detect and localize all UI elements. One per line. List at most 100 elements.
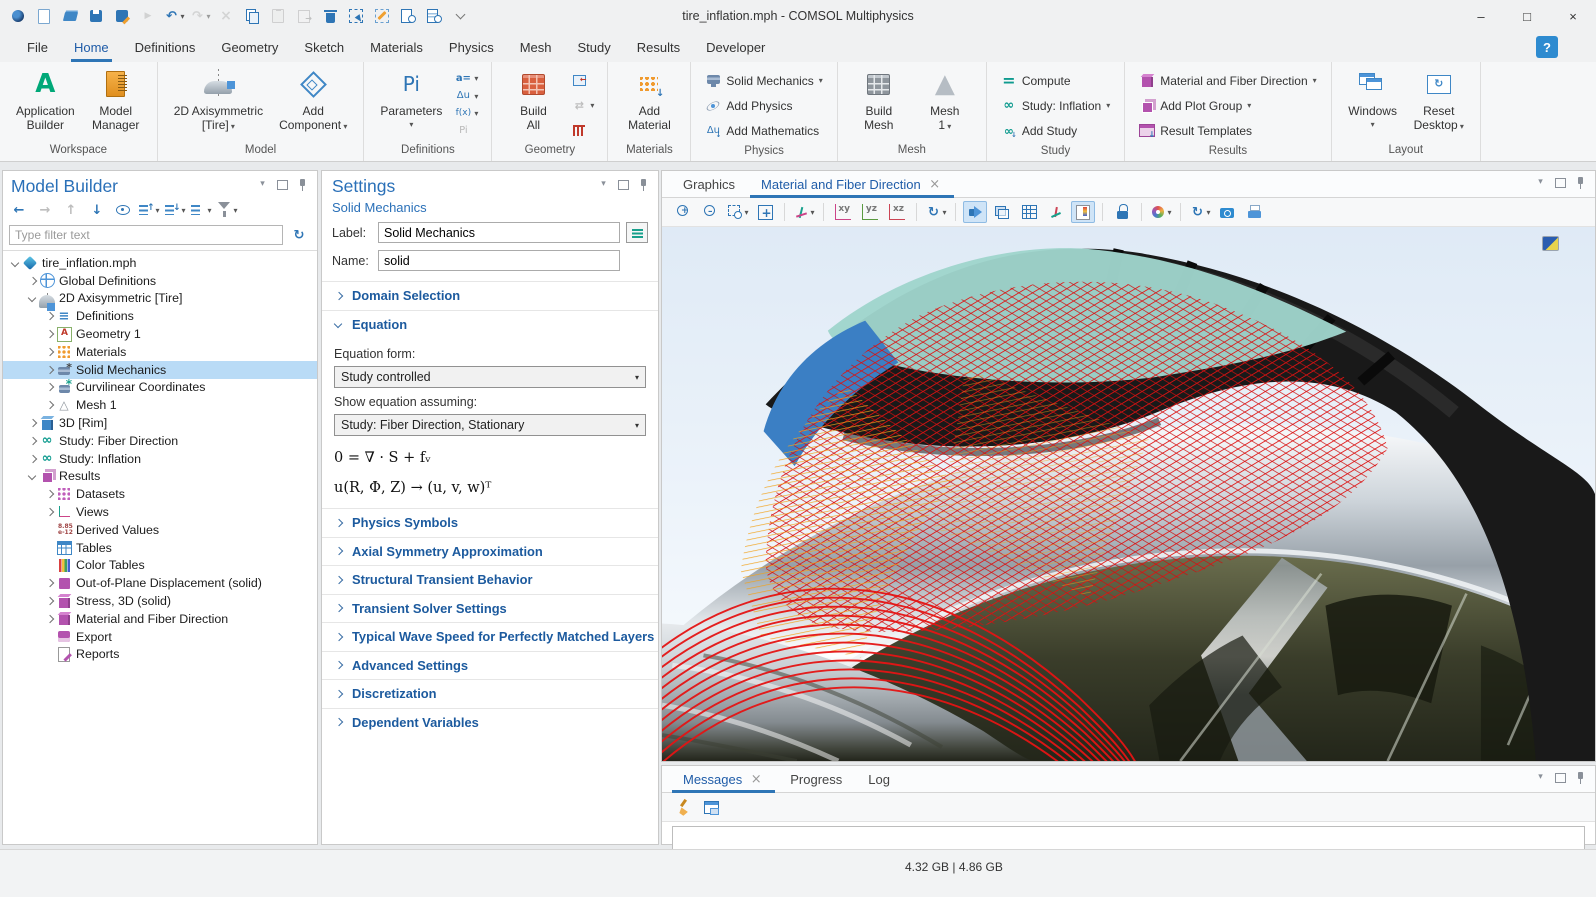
du-button[interactable]: Δu▾ [452,88,481,106]
tree-expand-arrow-icon[interactable] [43,577,56,589]
down-button[interactable]: ↓ [85,199,109,221]
tree-expand-arrow-icon[interactable] [26,435,39,447]
list-down-button[interactable]: ▾ [163,199,187,221]
select-rect-button[interactable] [344,5,368,27]
menu-tab-geometry[interactable]: Geometry [208,32,291,62]
application-builder-button[interactable]: AApplicationBuilder [10,66,81,134]
lock-button[interactable] [1110,201,1134,223]
tree-item-geometry-1[interactable]: Geometry 1 [3,325,317,343]
windows-button[interactable]: Windows▾ [1342,66,1404,134]
equation-form-select[interactable]: Study controlled ▾ [334,366,646,388]
menu-tab-materials[interactable]: Materials [357,32,436,62]
section-axial-symmetry-approximation[interactable]: Axial Symmetry Approximation [322,537,658,566]
menu-tab-home[interactable]: Home [61,32,122,62]
snapshot-button[interactable] [1215,201,1239,223]
model-manager-button[interactable]: ModelManager [85,66,147,134]
rotate-3d-button[interactable]: ↻▾ [924,201,948,223]
tree-expand-arrow-icon[interactable] [26,417,39,429]
view-xz-button[interactable] [885,201,909,223]
menu-tab-study[interactable]: Study [565,32,624,62]
build-all-button[interactable]: BuildAll [502,66,564,134]
paste-button[interactable] [266,5,290,27]
menu-tab-results[interactable]: Results [624,32,693,62]
tree-expand-arrow-icon[interactable] [43,613,56,625]
goto-view-button[interactable]: ▾ [792,201,816,223]
pi-small-button[interactable]: Pi [452,123,481,141]
add-material-button[interactable]: AddMaterial [618,66,680,134]
section-discretization[interactable]: Discretization [322,679,658,708]
tree-expand-arrow-icon[interactable] [43,328,56,340]
section-advanced-settings[interactable]: Advanced Settings [322,651,658,680]
panel-caret-button[interactable]: ▾ [595,177,612,192]
material-and-fiber-direction-button[interactable]: Material and Fiber Direction▾ [1135,69,1320,92]
tree-item-export[interactable]: Export [3,628,317,646]
list-flat-button[interactable]: ▾ [189,199,213,221]
panel-caret-button[interactable]: ▾ [1532,770,1549,785]
table-window-button[interactable] [699,796,723,818]
tree-item-3d-rim[interactable]: 3D [Rim] [3,414,317,432]
parameters-button[interactable]: PiParameters▾ [374,66,448,134]
copy-button[interactable] [240,5,264,27]
section-physics-symbols[interactable]: Physics Symbols [322,508,658,537]
orientation-axes-button[interactable] [1044,201,1068,223]
section-equation[interactable]: Equation [322,310,658,339]
tree-expand-arrow-icon[interactable] [26,453,39,465]
partition-button[interactable] [568,120,597,140]
tree-item-definitions[interactable]: ≡Definitions [3,307,317,325]
image-effects-button[interactable]: ▾ [1149,201,1173,223]
new-file-button[interactable] [32,5,56,27]
fx-button[interactable]: f(x)▾ [452,105,481,123]
chevron-dd-button[interactable] [448,5,472,27]
view-xy-button[interactable] [831,201,855,223]
close-button[interactable]: × [1550,0,1596,32]
add-component-button[interactable]: AddComponent ▾ [273,66,353,136]
pin-button[interactable] [1572,770,1589,785]
duplicate-button[interactable] [292,5,316,27]
find-doc-button[interactable] [396,5,420,27]
messages-tab-log[interactable]: Log [855,766,903,792]
tree-expand-arrow-icon[interactable] [9,257,22,269]
save-as-button[interactable] [110,5,134,27]
refresh-filter-button[interactable]: ↻ [287,224,311,246]
menu-tab-file[interactable]: File [14,32,61,62]
menu-tab-definitions[interactable]: Definitions [122,32,209,62]
add-plot-group-button[interactable]: Add Plot Group▾ [1135,94,1320,117]
name-field-input[interactable] [378,250,620,271]
tree-expand-arrow-icon[interactable] [43,506,56,518]
menu-tab-sketch[interactable]: Sketch [291,32,357,62]
eye-button[interactable] [111,199,135,221]
tree-item-tables[interactable]: Tables [3,539,317,557]
zoom-in-button[interactable] [672,201,696,223]
open-file-button[interactable] [58,5,82,27]
section-dependent-variables[interactable]: Dependent Variables [322,708,658,737]
tree-expand-arrow-icon[interactable] [43,364,56,376]
help-button[interactable]: ? [1536,36,1558,58]
tree-expand-arrow-icon[interactable] [43,310,56,322]
zoom-extents-button[interactable] [753,201,777,223]
print-button[interactable] [1242,201,1266,223]
float-button[interactable] [1552,175,1569,190]
compute-button[interactable]: =Compute [997,69,1114,92]
tree-item-material-and-fiber-direction[interactable]: Material and Fiber Direction [3,610,317,628]
tree-expand-arrow-icon[interactable] [43,488,56,500]
rebuild-button[interactable]: ⇄▾ [568,95,597,115]
solid-mechanics-button[interactable]: Solid Mechanics▾ [701,69,826,92]
graphics-tab-graphics[interactable]: Graphics [670,171,748,197]
tab-close-icon[interactable]: × [748,771,764,787]
tree-expand-arrow-icon[interactable] [26,292,39,304]
tab-close-icon[interactable]: × [927,176,943,192]
panel-caret-button[interactable]: ▾ [1532,175,1549,190]
forward-button[interactable]: → [33,199,57,221]
app-logo-button[interactable] [6,5,30,27]
float-button[interactable] [1552,770,1569,785]
save-button[interactable] [84,5,108,27]
messages-tab-messages[interactable]: Messages× [670,766,777,792]
panel-caret-button[interactable]: ▾ [254,177,271,192]
pin-button[interactable] [294,177,311,192]
tree-expand-arrow-icon[interactable] [26,275,39,287]
build-mesh-button[interactable]: BuildMesh [848,66,910,134]
tree-item-stress-3d-solid[interactable]: Stress, 3D (solid) [3,592,317,610]
render-quality-icon[interactable] [1542,236,1559,251]
tree-item-derived-values[interactable]: Derived Values [3,521,317,539]
tree-item-mesh-1[interactable]: △Mesh 1 [3,396,317,414]
